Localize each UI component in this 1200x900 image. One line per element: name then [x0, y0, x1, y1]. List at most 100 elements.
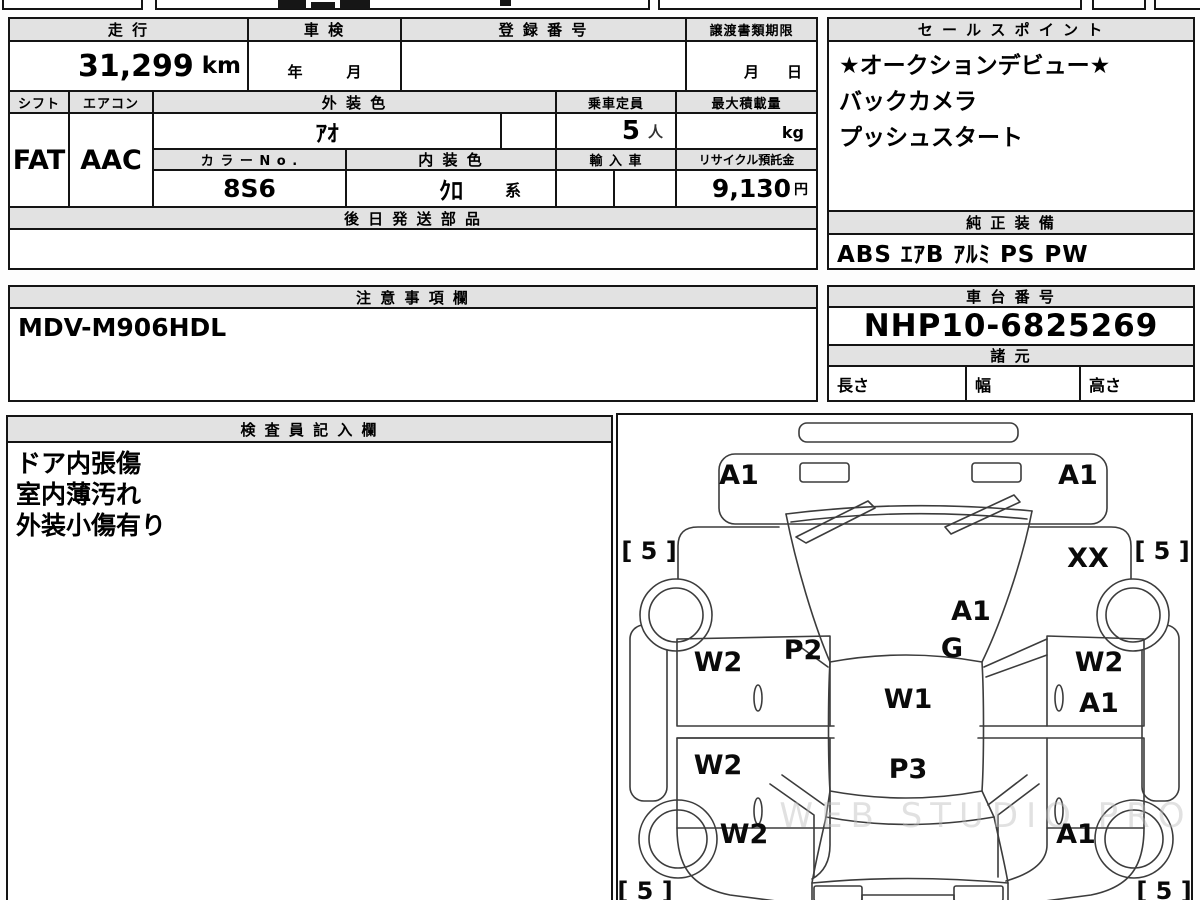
- a-pillar-right: [981, 510, 1033, 663]
- inspector-line: 室内薄汚れ: [16, 480, 142, 509]
- spec-width-cell: 幅: [965, 365, 1081, 402]
- recycle-fee-value: 9,130 円: [675, 169, 818, 208]
- later-parts-value: [8, 228, 818, 270]
- capacity-header: 乗車定員: [555, 90, 677, 114]
- spec-height-cell: 高さ: [1079, 365, 1195, 402]
- front-right-wheel: [1096, 578, 1170, 652]
- max-load-value: kg: [675, 112, 818, 150]
- shift-value: FAT: [8, 112, 70, 208]
- watermark: WEB STUDIO PRO: [779, 796, 1191, 836]
- headlight-right: [971, 462, 1022, 483]
- color-no-header: カ ラ ー N o .: [152, 148, 347, 171]
- rear-bumper-notch: [953, 885, 1004, 900]
- door-handle: [753, 684, 763, 712]
- damage-label-right-front-door: W2: [1075, 647, 1124, 678]
- exterior-color-header: 外 装 色: [152, 90, 557, 114]
- damage-label-right-front-door-2: A1: [1079, 688, 1119, 719]
- deadline-month-label: 月: [743, 63, 759, 81]
- chassis-value: NHP10-6825269: [827, 306, 1195, 346]
- sales-point-line: バックカメラ: [839, 89, 977, 115]
- rocker-right: [1141, 624, 1180, 802]
- interior-color-value: ｸﾛ 系: [345, 169, 557, 208]
- capacity-number: 5: [621, 116, 640, 146]
- inspection-value: 年 月: [247, 40, 402, 92]
- damage-label-front-bumper-right: A1: [1058, 460, 1098, 491]
- car-top-view-diagram: WEB STUDIO PRO A1 A1 [ 5 ] [ 5 ] XX A1 P…: [618, 422, 1191, 900]
- import-value-cell: [613, 169, 677, 208]
- chassis-header: 車 台 番 号: [827, 285, 1195, 308]
- damage-label-left-front-door: W2: [694, 647, 743, 678]
- top-strip-cell: [2, 0, 143, 10]
- damage-label-roof-front-right: G: [941, 633, 963, 664]
- top-strip-cell: [1092, 0, 1146, 10]
- notes-body: MDV-M906HDL: [8, 307, 818, 402]
- inspector-line: 外装小傷有り: [16, 511, 167, 540]
- sales-point-header: セ ー ル ス ポ イ ン ト: [827, 17, 1195, 42]
- mileage-header: 走 行: [8, 17, 249, 42]
- tire-mark-rear-right: [ 5 ]: [1136, 877, 1191, 900]
- equipment-header: 純 正 装 備: [827, 210, 1195, 235]
- aircon-header: エアコン: [68, 90, 154, 114]
- top-strip-cell: [1154, 0, 1200, 10]
- damage-label-right-rear-quarter: A1: [1056, 819, 1096, 850]
- registration-value: [400, 40, 687, 92]
- import-header: 輸 入 車: [555, 148, 677, 171]
- door-handle: [1054, 684, 1064, 712]
- capacity-value: 5 人: [555, 112, 677, 150]
- text-fragment: [311, 2, 335, 9]
- sales-point-line: プッシュスタート: [839, 125, 1023, 151]
- capacity-unit: 人: [647, 122, 663, 141]
- inspection-month-label: 月: [346, 63, 362, 81]
- recycle-fee-unit: 円: [794, 181, 808, 198]
- pillar-slant: [983, 638, 1048, 668]
- auction-sheet: 走 行 車 検 登 録 番 号 譲渡書類期限 31,299 km 年 月 月 日…: [0, 0, 1200, 900]
- tire-mark-rear-left: [ 5 ]: [618, 877, 673, 900]
- exterior-color-value: ｱｵ: [152, 112, 502, 150]
- aircon-value: AAC: [68, 112, 154, 208]
- notes-header: 注 意 事 項 欄: [8, 285, 818, 309]
- inspector-line: ドア内張傷: [16, 449, 142, 478]
- spec-length-cell: 長さ: [827, 365, 967, 402]
- front-left-wheel: [639, 578, 713, 652]
- damage-diagram-box: WEB STUDIO PRO A1 A1 [ 5 ] [ 5 ] XX A1 P…: [616, 413, 1193, 900]
- interior-color-text: ｸﾛ: [439, 177, 463, 205]
- exterior-color-sub-cell: [500, 112, 557, 150]
- damage-label-windshield: A1: [951, 596, 991, 627]
- text-fragment: [278, 0, 306, 9]
- top-strip-cell: [658, 0, 1082, 10]
- transfer-deadline-header: 譲渡書類期限: [685, 17, 818, 42]
- shift-header: シフト: [8, 90, 70, 114]
- inspection-header: 車 検: [247, 17, 402, 42]
- mileage-unit: km: [201, 53, 241, 79]
- registration-header: 登 録 番 号: [400, 17, 687, 42]
- import-value-cell: [555, 169, 615, 208]
- rear-bumper-bar: [861, 894, 955, 900]
- max-load-header: 最大積載量: [675, 90, 818, 114]
- sales-point-body: ★オークションデビュー★ バックカメラ プッシュスタート: [827, 40, 1195, 212]
- color-no-value: 8S6: [152, 169, 347, 208]
- later-parts-header: 後 日 発 送 部 品: [8, 206, 818, 230]
- damage-label-left-rear-door: W2: [694, 750, 743, 781]
- damage-label-left-rear-quarter: W2: [720, 819, 769, 850]
- inspector-header: 検 査 員 記 入 欄: [8, 417, 611, 443]
- interior-color-header: 内 装 色: [345, 148, 557, 171]
- front-strip: [798, 422, 1019, 443]
- text-fragment: [500, 0, 511, 6]
- damage-label-roof-rear: P3: [889, 754, 928, 785]
- top-strip-cell: [155, 0, 650, 10]
- specs-header: 諸 元: [827, 344, 1195, 367]
- transfer-deadline-value: 月 日: [685, 40, 818, 92]
- recycle-deposit-header: リサイクル預託金: [675, 148, 818, 171]
- rear-bumper: [811, 877, 1009, 900]
- damage-label-left-a-pillar: P2: [784, 635, 823, 666]
- mileage-value: 31,299 km: [8, 40, 249, 92]
- headlight-left: [799, 462, 850, 483]
- mileage-number: 31,299: [77, 48, 194, 84]
- deadline-day-label: 日: [786, 63, 802, 81]
- rocker-left: [629, 624, 668, 802]
- inspector-box: 検 査 員 記 入 欄 ドア内張傷 室内薄汚れ 外装小傷有り: [6, 415, 613, 900]
- inspector-body: ドア内張傷 室内薄汚れ 外装小傷有り: [8, 443, 611, 546]
- damage-label-roof: W1: [884, 684, 933, 715]
- equipment-value: ABS ｴｱB ｱﾙﾐ PS PW: [827, 233, 1195, 270]
- tire-mark-front-right: [ 5 ]: [1134, 537, 1189, 565]
